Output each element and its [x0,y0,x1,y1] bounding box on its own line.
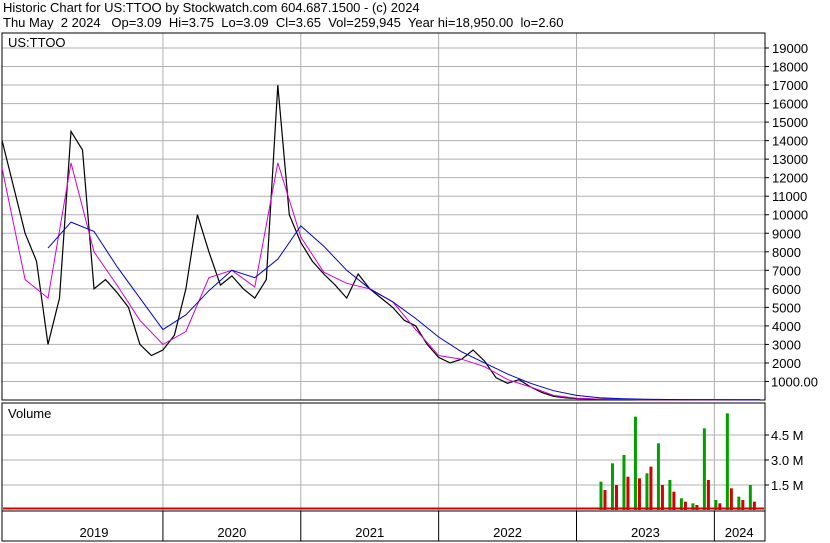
volume-axis: 4.5 M 3.0 M 1.5 M [765,428,804,493]
volume-bar-up [622,455,626,510]
price-tick-label: 6000 [772,282,801,297]
volume-bar-up [645,473,649,510]
volume-bar-down [729,488,733,510]
volume-tick-label: 4.5 M [771,428,804,443]
volume-bar-down [660,485,664,510]
price-tick-label: 4000 [772,319,801,334]
price-tick-label: 17000 [772,78,808,93]
volume-bars-group [3,413,764,510]
price-tick-label: 7000 [772,263,801,278]
price-tick-label: 18000 [772,60,808,75]
year-label: 2019 [80,525,109,540]
moving-average-short-line [1,162,761,401]
price-tick-label: 16000 [772,97,808,112]
volume-bar-down [637,478,641,510]
price-panel-frame [1,32,766,401]
symbol-label: US:TTOO [8,35,66,50]
stock-chart: US:TTOO Volume 19000 18000 17000 16000 15000… [1,32,818,542]
year-label: 2023 [631,525,660,540]
price-line [1,85,761,401]
price-tick-label: 8000 [772,245,801,260]
year-label: 2020 [217,525,246,540]
price-tick-label: 2000 [772,356,801,371]
year-label: 2024 [725,525,754,540]
volume-bar-down [649,466,653,510]
price-tick-label: 13000 [772,152,808,167]
volume-bar-down [603,490,607,510]
volume-bar-down [672,491,676,510]
volume-bar-down [614,485,618,510]
volume-bar-up [748,485,752,510]
price-tick-label: 14000 [772,134,808,149]
year-label: 2022 [493,525,522,540]
volume-bar-down [626,476,630,510]
price-tick-label: 5000 [772,300,801,315]
date-axis: 2019 2020 2021 2022 2023 2024 [80,511,754,541]
volume-bar-up [599,481,603,510]
price-tick-label: 3000 [772,337,801,352]
volume-tick-label: 3.0 M [771,453,804,468]
volume-bar-up [668,480,672,510]
price-series-group [1,85,761,401]
volume-bar-down [706,480,710,510]
price-axis: 19000 18000 17000 16000 15000 14000 13000 12000… [765,41,818,389]
price-tick-label: 11000 [772,189,807,204]
volume-bar-up [725,413,729,510]
price-tick-label: 1000.00 [771,374,818,389]
volume-label: Volume [8,406,51,421]
price-tick-label: 19000 [772,41,808,56]
volume-bar-up [656,443,660,510]
volume-tick-label: 1.5 M [771,478,804,493]
moving-average-long-line [47,221,761,401]
volume-bar-up [633,416,637,510]
volume-bar-up [702,428,706,510]
price-tick-label: 12000 [772,171,808,186]
volume-bar-up [610,463,614,510]
price-tick-label: 10000 [772,208,808,223]
price-tick-label: 9000 [772,226,801,241]
year-label: 2021 [355,525,384,540]
price-grid [2,33,765,511]
price-tick-label: 15000 [772,115,808,130]
